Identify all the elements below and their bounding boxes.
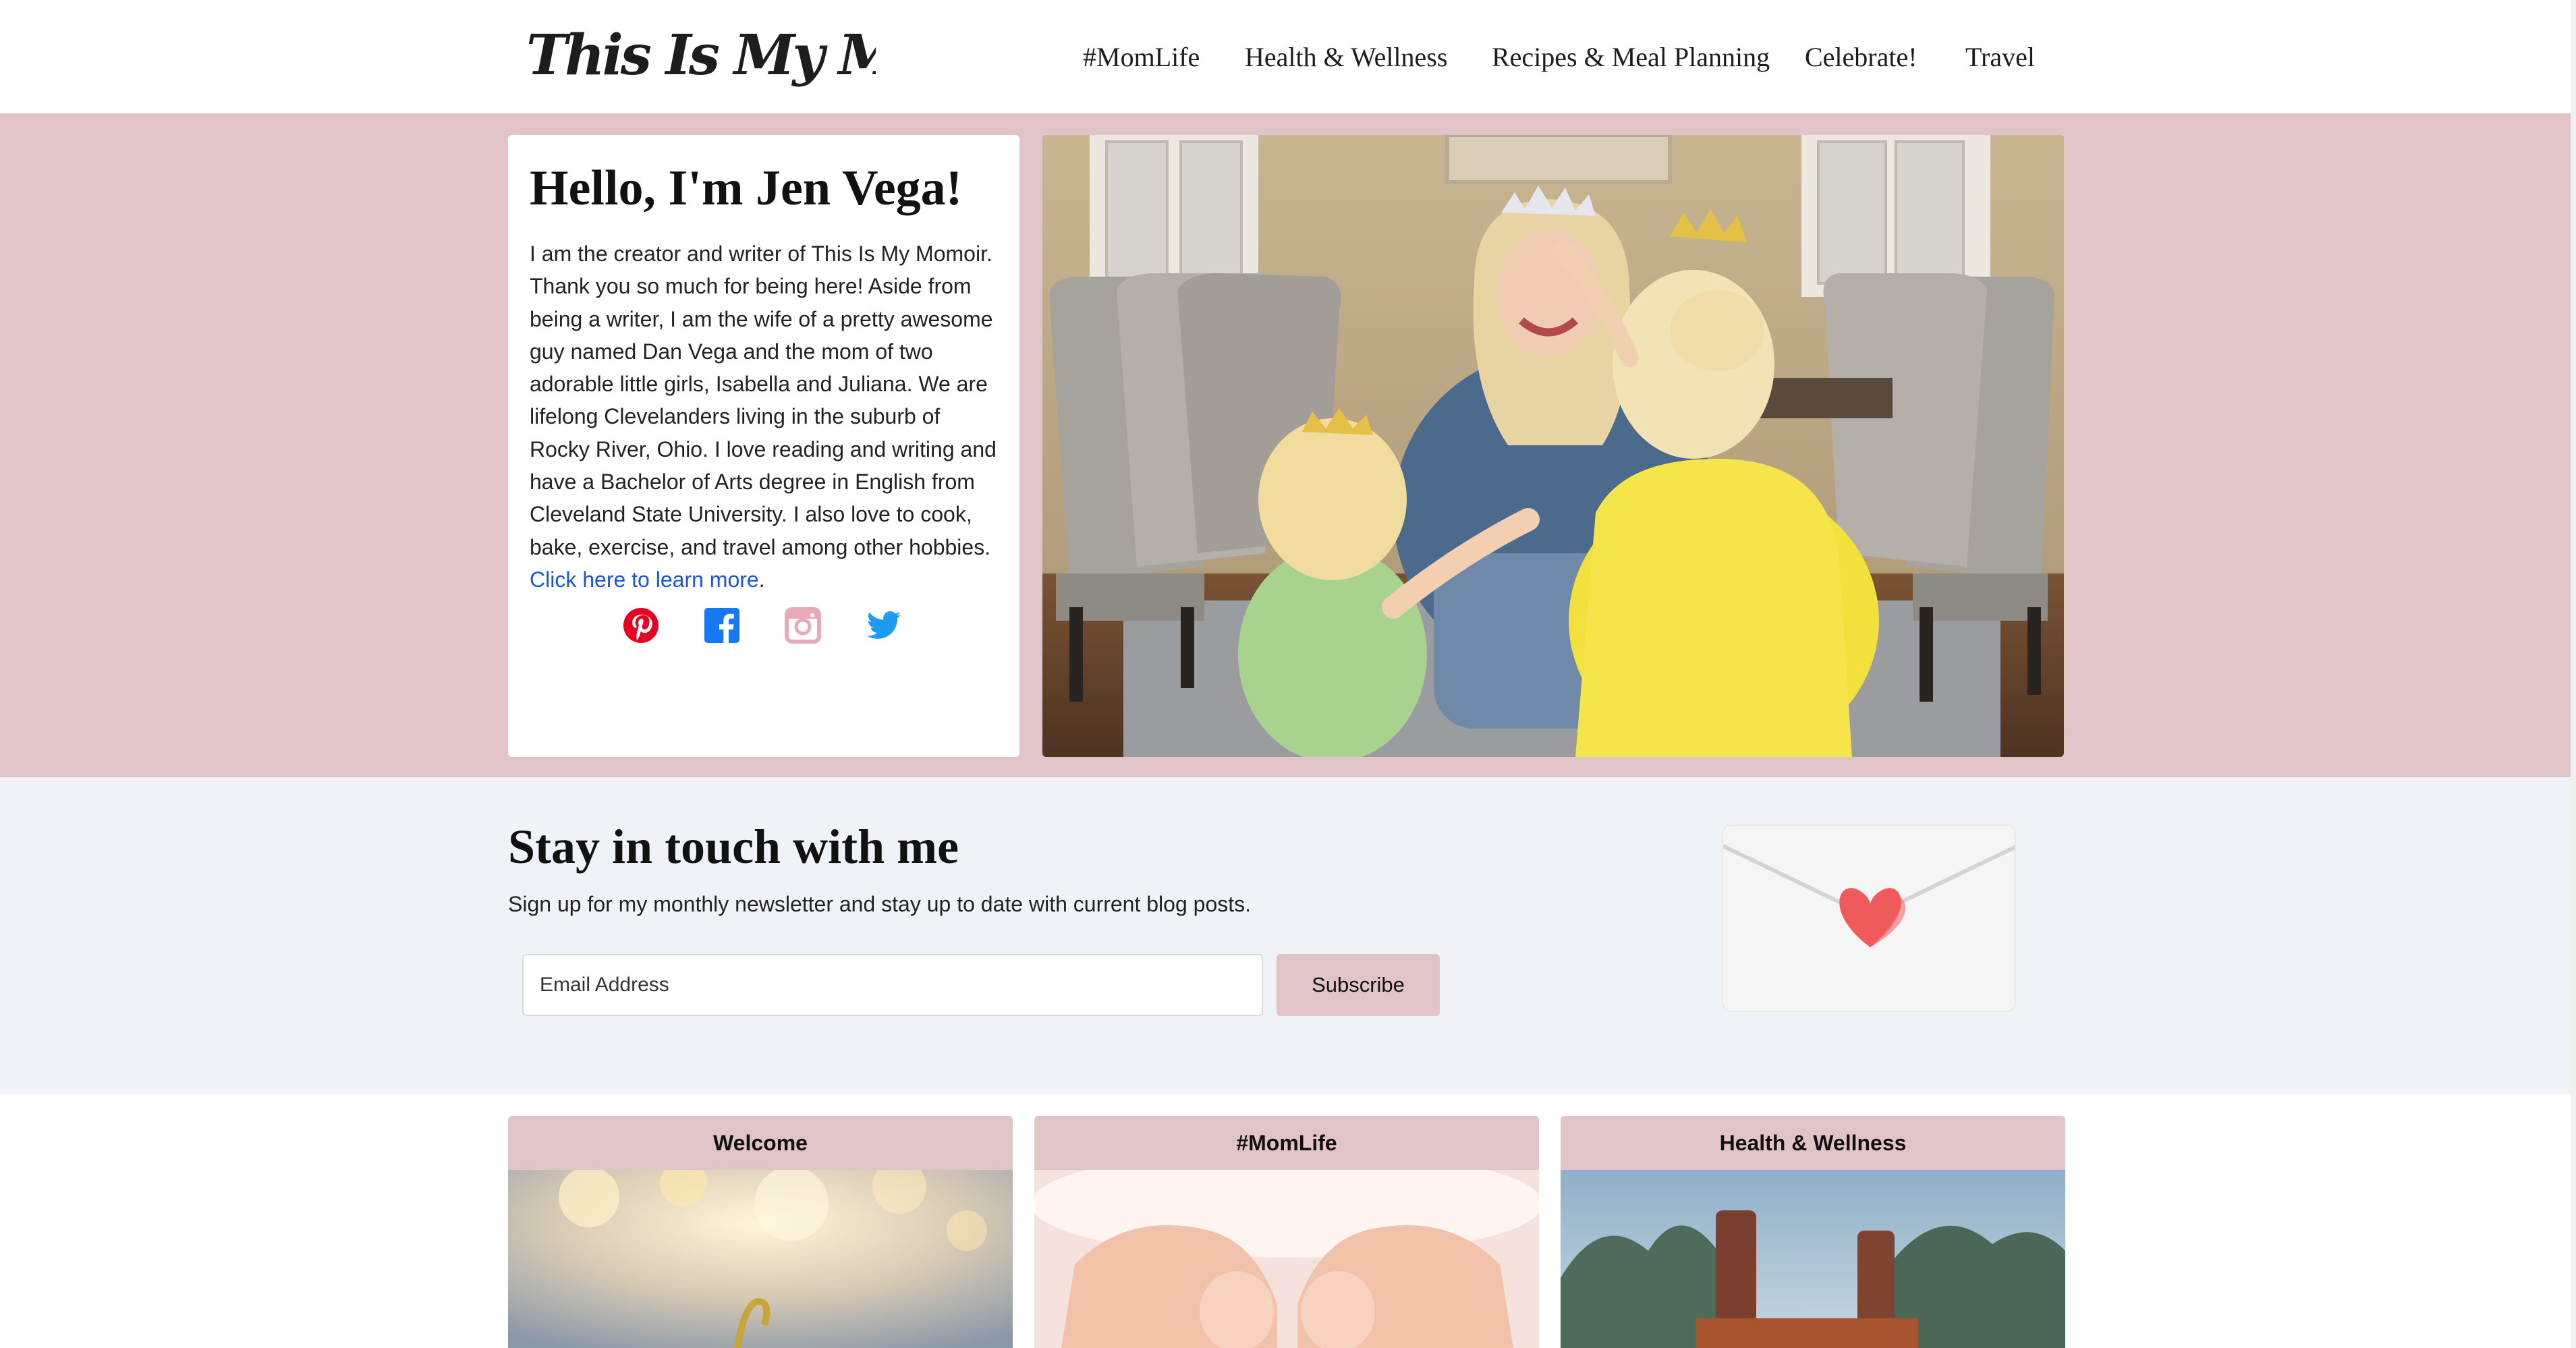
subscribe-button[interactable]: Subscribe bbox=[1277, 954, 1440, 1016]
bio-card: Hello, I'm Jen Vega! I am the creator an… bbox=[508, 135, 1019, 757]
twitter-icon[interactable] bbox=[866, 607, 902, 644]
card-image bbox=[1561, 1170, 2065, 1348]
instagram-icon[interactable] bbox=[785, 607, 821, 644]
card-welcome[interactable]: Welcome bbox=[508, 1116, 1013, 1348]
card-title: Welcome bbox=[508, 1116, 1013, 1170]
site-logo[interactable]: This Is My Momoir bbox=[525, 15, 1075, 96]
svg-text:This Is My Momoir: This Is My Momoir bbox=[526, 23, 876, 88]
envelope-heart-icon bbox=[1722, 824, 2016, 1012]
nav-item-health-wellness[interactable]: Health & Wellness bbox=[1245, 34, 1447, 81]
newsletter-subtitle: Sign up for my monthly newsletter and st… bbox=[508, 892, 1252, 916]
card-title: Health & Wellness bbox=[1561, 1116, 2065, 1170]
bio-title: Hello, I'm Jen Vega! bbox=[530, 161, 963, 216]
card-momlife[interactable]: #MomLife bbox=[1034, 1116, 1539, 1348]
card-health-wellness[interactable]: Health & Wellness bbox=[1561, 1116, 2065, 1348]
nav-item-travel[interactable]: Travel bbox=[1965, 34, 2035, 81]
hero-photo bbox=[1042, 135, 2064, 757]
nav-item-celebrate[interactable]: Celebrate! bbox=[1805, 34, 1917, 81]
email-input[interactable] bbox=[522, 954, 1263, 1016]
family-photo-image bbox=[1042, 135, 2064, 757]
nav-item-recipes[interactable]: Recipes & Meal Planning bbox=[1492, 34, 1770, 81]
site-header: This Is My Momoir #MomLife Health & Well… bbox=[0, 0, 2576, 113]
newsletter-title: Stay in touch with me bbox=[508, 820, 959, 874]
social-links bbox=[508, 607, 1019, 648]
card-image bbox=[508, 1170, 1013, 1348]
logo-script-image: This Is My Momoir bbox=[526, 23, 1075, 88]
card-title: #MomLife bbox=[1034, 1116, 1539, 1170]
learn-more-link[interactable]: Click here to learn more bbox=[530, 567, 759, 592]
pinterest-icon[interactable] bbox=[623, 607, 659, 644]
card-image bbox=[1034, 1170, 1539, 1348]
page-scrollbar-track[interactable] bbox=[2571, 0, 2576, 1348]
newsletter-section bbox=[0, 777, 2576, 1094]
bio-period: . bbox=[758, 567, 765, 592]
bio-paragraph: I am the creator and writer of This Is M… bbox=[530, 242, 997, 559]
bio-text: I am the creator and writer of This Is M… bbox=[530, 237, 998, 596]
nav-item-momlife[interactable]: #MomLife bbox=[1083, 34, 1200, 81]
facebook-icon[interactable] bbox=[704, 607, 740, 644]
